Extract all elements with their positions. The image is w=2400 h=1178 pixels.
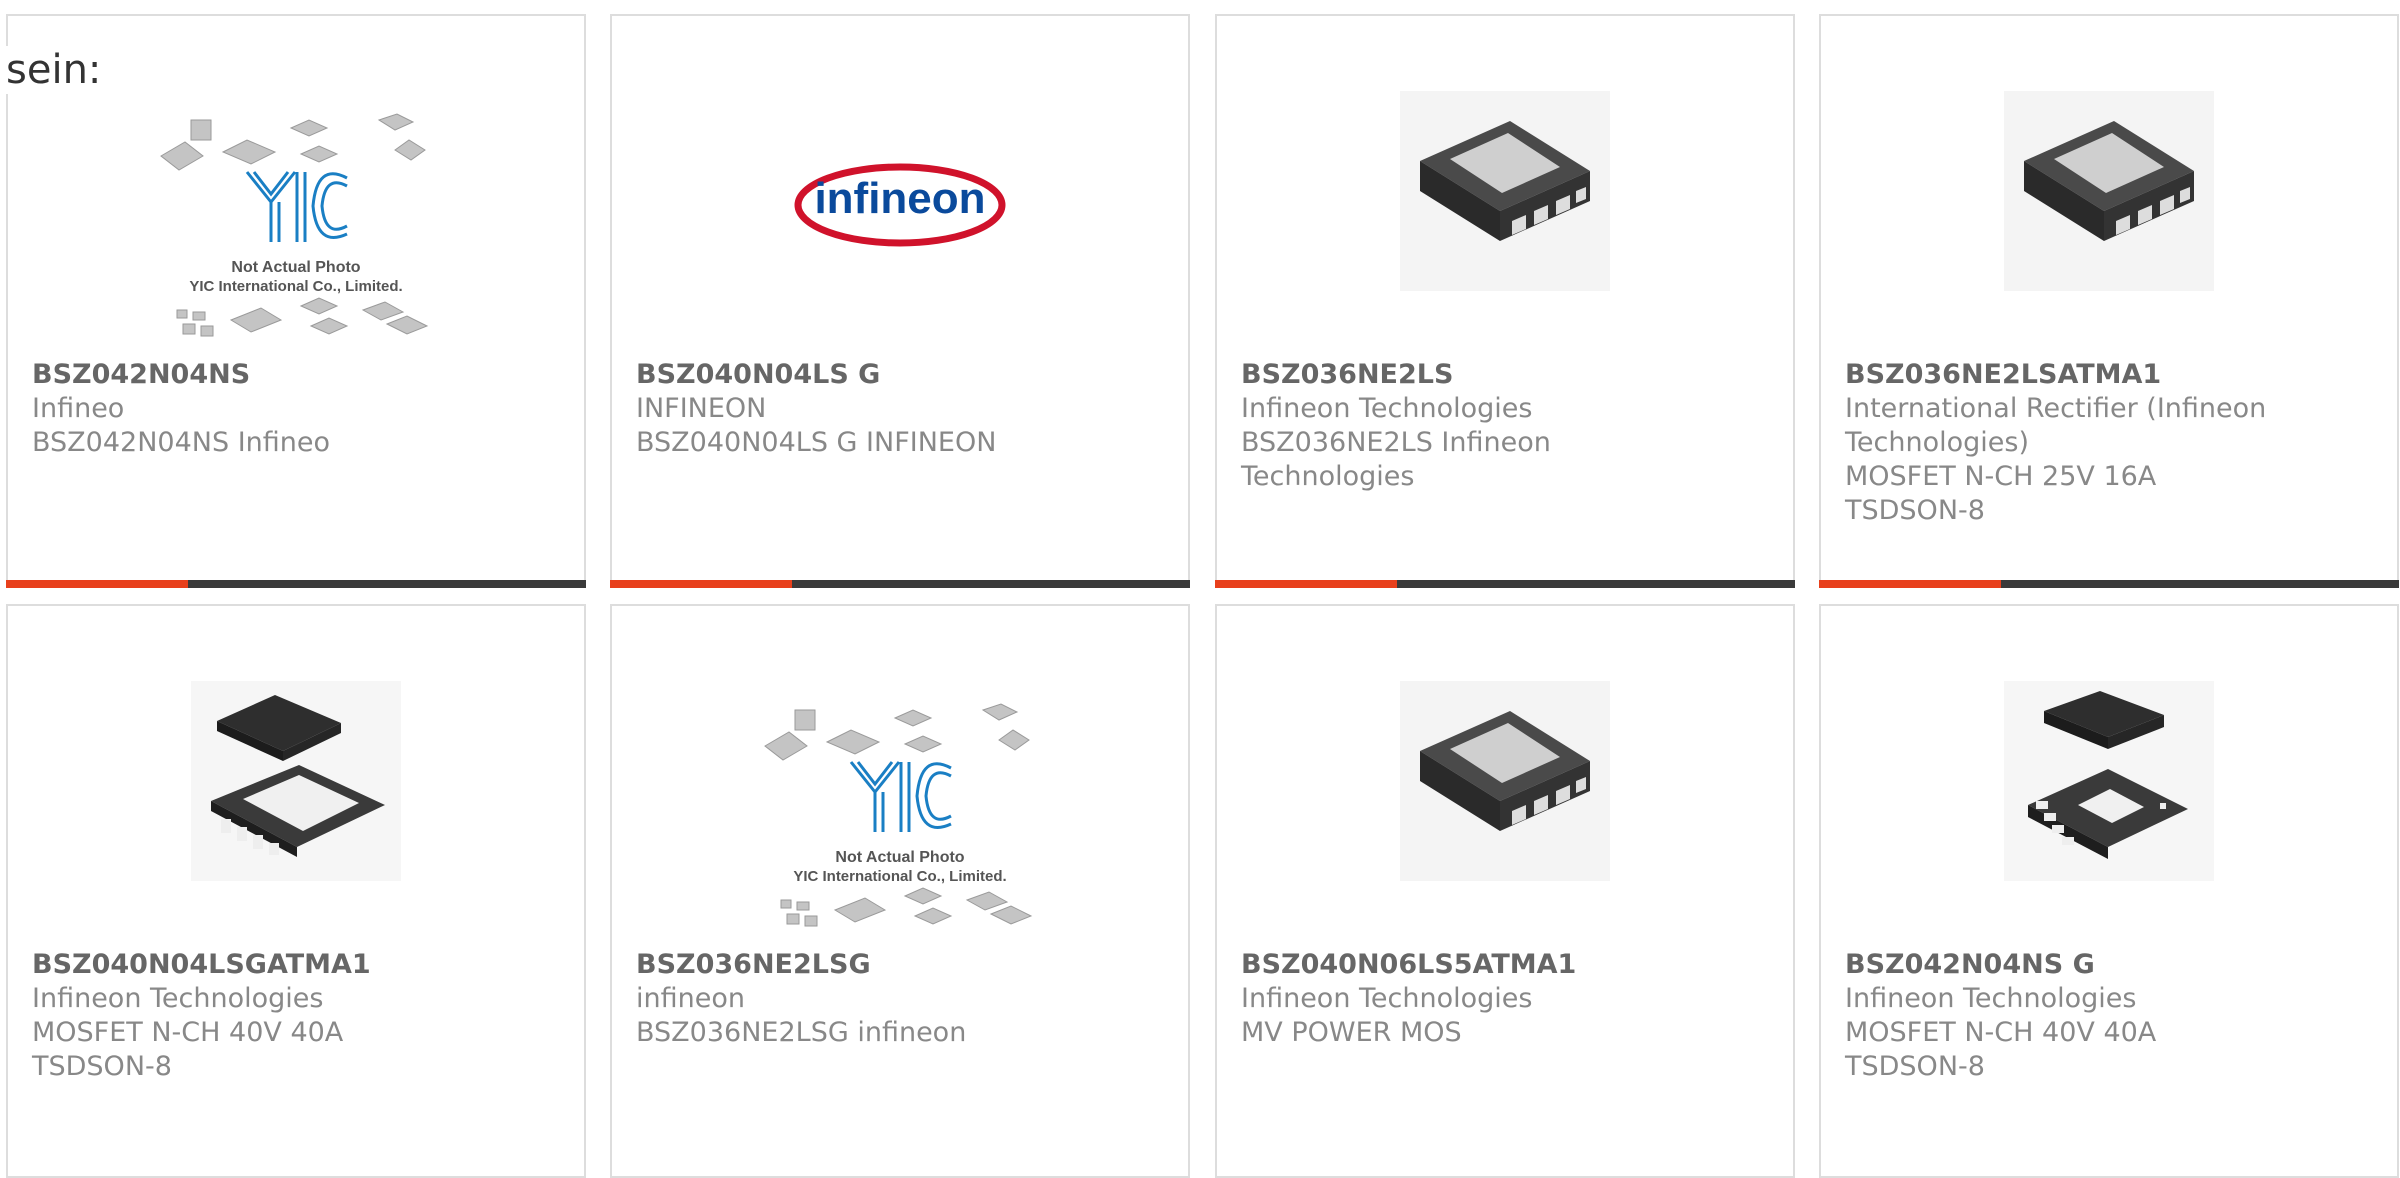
description: MOSFET N-CH 40V 40A TSDSON-8: [32, 1017, 344, 1082]
description: MV POWER MOS: [1241, 1017, 1462, 1048]
placeholder-photo: Not Actual Photo YIC International Co., …: [8, 106, 584, 356]
product-card[interactable]: BSZ036NE2LS Infineon Technologies BSZ036…: [1215, 14, 1795, 588]
card-bottom-bar: [610, 580, 1190, 588]
placeholder-caption-1: Not Actual Photo: [231, 259, 360, 276]
card-bottom-bar: [1819, 580, 2399, 588]
description: BSZ036NE2LS Infineon Technologies: [1241, 427, 1551, 492]
product-card[interactable]: BSZ042N04NS G Infineon Technologies MOSF…: [1819, 604, 2399, 1178]
manufacturer: Infineon Technologies: [32, 983, 324, 1014]
description: MOSFET N-CH 25V 16A TSDSON-8: [1845, 461, 2157, 526]
intro-text: sein:: [6, 46, 102, 94]
manufacturer: Infineo: [32, 393, 125, 424]
product-card[interactable]: infineon BSZ040N04LS G INFINEON BSZ040N0…: [610, 14, 1190, 588]
part-number[interactable]: BSZ040N04LS G: [636, 358, 1076, 392]
description: MOSFET N-CH 40V 40A TSDSON-8: [1845, 1017, 2157, 1082]
part-number[interactable]: BSZ036NE2LSG: [636, 948, 1076, 982]
description: BSZ036NE2LSG infineon: [636, 1017, 967, 1048]
manufacturer: International Rectifier (Infineon Techno…: [1845, 393, 2267, 458]
part-number[interactable]: BSZ042N04NS: [32, 358, 472, 392]
placeholder-caption-2: YIC International Co., Limited.: [189, 278, 402, 295]
manufacturer: infineon: [636, 983, 745, 1014]
chip-tsdson8-photo: [1821, 86, 2397, 296]
infineon-logo: infineon: [612, 136, 1188, 266]
part-number[interactable]: BSZ040N06LS5ATMA1: [1241, 948, 1681, 982]
product-card[interactable]: BSZ040N04LSGATMA1 Infineon Technologies …: [6, 604, 586, 1178]
part-number[interactable]: BSZ042N04NS G: [1845, 948, 2285, 982]
placeholder-photo: Not Actual Photo YIC International Co., …: [612, 696, 1188, 946]
part-number[interactable]: BSZ040N04LSGATMA1: [32, 948, 472, 982]
part-number[interactable]: BSZ036NE2LSATMA1: [1845, 358, 2285, 392]
description: BSZ040N04LS G INFINEON: [636, 427, 997, 458]
manufacturer: Infineon Technologies: [1845, 983, 2137, 1014]
manufacturer: Infineon Technologies: [1241, 983, 1533, 1014]
infineon-logo-text: infineon: [814, 174, 985, 223]
card-bottom-bar: [6, 580, 586, 588]
manufacturer: INFINEON: [636, 393, 767, 424]
part-number[interactable]: BSZ036NE2LS: [1241, 358, 1681, 392]
manufacturer: Infineon Technologies: [1241, 393, 1533, 424]
product-card[interactable]: Not Actual Photo YIC International Co., …: [610, 604, 1190, 1178]
product-card[interactable]: BSZ040N06LS5ATMA1 Infineon Technologies …: [1215, 604, 1795, 1178]
description: BSZ042N04NS Infineo: [32, 427, 331, 458]
chip-top-bottom-photo: [8, 676, 584, 886]
placeholder-caption-1: Not Actual Photo: [835, 849, 964, 866]
placeholder-caption-2: YIC International Co., Limited.: [793, 868, 1006, 885]
product-card[interactable]: BSZ036NE2LSATMA1 International Rectifier…: [1819, 14, 2399, 588]
chip-tsdson8-photo: [1217, 676, 1793, 886]
product-card[interactable]: Not Actual Photo YIC International Co., …: [6, 14, 586, 588]
chip-pair-photo: [1821, 676, 2397, 886]
card-bottom-bar: [1215, 580, 1795, 588]
chip-tsdson8-photo: [1217, 86, 1793, 296]
